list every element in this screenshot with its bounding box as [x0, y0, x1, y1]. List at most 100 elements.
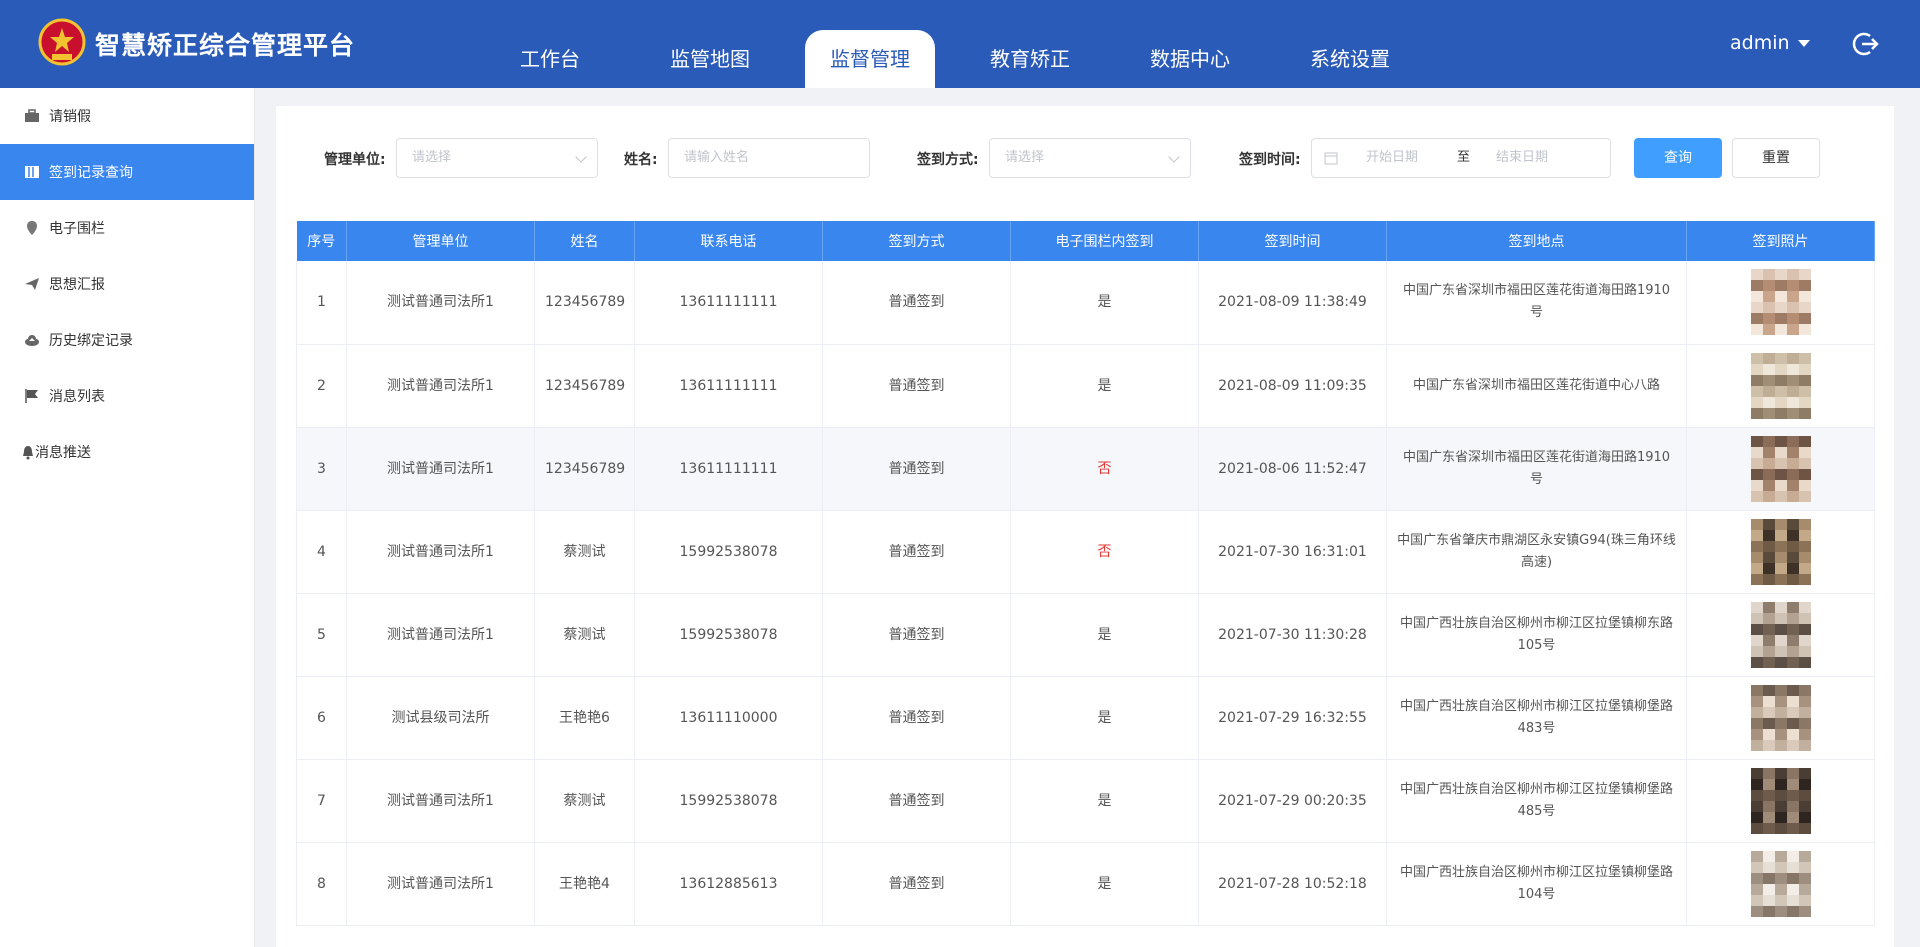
photo-pixel	[1750, 435, 1763, 447]
photo-pixel	[1774, 313, 1787, 325]
location-pin-icon	[27, 221, 37, 235]
table-row[interactable]: 2 测试普通司法所1 123456789 13611111111 普通签到是 2021-0…	[296, 344, 1875, 428]
photo-pixel	[1762, 291, 1775, 303]
cell-unit: 测试普通司法所1	[346, 842, 535, 926]
table-row[interactable]: 3 测试普通司法所1 123456789 13611111111 普通签到否 2021-0…	[296, 427, 1875, 511]
reset-button[interactable]: 重置	[1732, 138, 1820, 178]
nav-workbench[interactable]: 工作台	[470, 30, 630, 88]
checkin-photo[interactable]	[1750, 518, 1811, 585]
cell-unit: 测试普通司法所1	[346, 593, 535, 677]
range-separator: 至	[1457, 150, 1471, 165]
photo-pixel	[1762, 302, 1775, 314]
user-menu[interactable]: admin	[1730, 32, 1810, 54]
photo-pixel	[1798, 324, 1811, 336]
photo-pixel	[1774, 706, 1787, 718]
photo-pixel	[1774, 634, 1787, 646]
nav-data-center[interactable]: 数据中心	[1110, 30, 1270, 88]
checkin-photo[interactable]	[1750, 767, 1811, 834]
start-date-input[interactable]: 开始日期	[1366, 139, 1418, 177]
photo-pixel	[1774, 280, 1787, 292]
photo-pixel	[1798, 468, 1811, 480]
emblem-logo-icon	[38, 18, 86, 66]
table-row[interactable]: 6 测试县级司法所 王艳艳6 13611110000 普通签到是 2021-07-29 1…	[296, 676, 1875, 760]
username: admin	[1730, 32, 1790, 54]
method-select[interactable]: 请选择	[989, 138, 1191, 178]
photo-pixel	[1774, 468, 1787, 480]
photo-pixel	[1786, 728, 1799, 740]
photo-pixel	[1750, 313, 1763, 325]
photo-pixel	[1798, 695, 1811, 707]
table-row[interactable]: 4 测试普通司法所1 蔡测试 15992538078 普通签到否 2021-07-30 1…	[296, 510, 1875, 594]
cell-no: 3	[296, 427, 347, 511]
photo-pixel	[1750, 562, 1763, 574]
time-label: 签到时间:	[1239, 152, 1301, 168]
nav-system-settings[interactable]: 系统设置	[1270, 30, 1430, 88]
nav-education[interactable]: 教育矫正	[950, 30, 1110, 88]
photo-pixel	[1798, 479, 1811, 491]
sidebar-item-thought-report[interactable]: 思想汇报	[0, 256, 254, 312]
photo-pixel	[1786, 302, 1799, 314]
photo-pixel	[1750, 645, 1763, 657]
unit-select[interactable]: 请选择	[396, 138, 598, 178]
table-row[interactable]: 7 测试普通司法所1 蔡测试 15992538078 普通签到是 2021-07-29 0…	[296, 759, 1875, 843]
photo-pixel	[1786, 551, 1799, 563]
sidebar-item-message-list[interactable]: 消息列表	[0, 368, 254, 424]
end-date-input[interactable]: 结束日期	[1496, 139, 1548, 177]
cell-time: 2021-07-30 11:30:28	[1198, 593, 1387, 677]
table-row[interactable]: 8 测试普通司法所1 王艳艳4 13612885613 普通签到是 2021-07-28 …	[296, 842, 1875, 926]
search-button[interactable]: 查询	[1634, 138, 1722, 178]
cell-no: 2	[296, 344, 347, 428]
photo-pixel	[1774, 623, 1787, 635]
cell-photo	[1686, 676, 1875, 760]
photo-pixel	[1798, 302, 1811, 314]
checkin-photo[interactable]	[1750, 684, 1811, 751]
photo-pixel	[1750, 324, 1763, 336]
nav-supervision-map[interactable]: 监管地图	[630, 30, 790, 88]
sidebar-item-binding-history[interactable]: 历史绑定记录	[0, 312, 254, 368]
photo-pixel	[1774, 601, 1787, 613]
sidebar-item-label: 消息列表	[49, 389, 105, 405]
photo-pixel	[1798, 706, 1811, 718]
photo-pixel	[1774, 739, 1787, 751]
column-header: 管理单位	[346, 221, 535, 261]
sidebar-item-checkin-records[interactable]: 签到记录查询	[0, 144, 254, 200]
photo-pixel	[1786, 490, 1799, 502]
photo-pixel	[1762, 739, 1775, 751]
sidebar-item-e-fence[interactable]: 电子围栏	[0, 200, 254, 256]
cell-place: 中国广西壮族自治区柳州市柳江区拉堡镇柳东路105号	[1386, 593, 1687, 677]
photo-pixel	[1750, 280, 1763, 292]
photo-pixel	[1774, 612, 1787, 624]
photo-pixel	[1774, 822, 1787, 834]
table-row[interactable]: 5 测试普通司法所1 蔡测试 15992538078 普通签到是 2021-07-30 1…	[296, 593, 1875, 677]
photo-pixel	[1786, 385, 1799, 397]
cell-time: 2021-08-09 11:09:35	[1198, 344, 1387, 428]
checkin-photo[interactable]	[1750, 601, 1811, 668]
photo-pixel	[1762, 778, 1775, 790]
date-range-picker[interactable]: 开始日期 至 结束日期	[1311, 138, 1611, 178]
sidebar-item-message-push[interactable]: 消息推送	[0, 424, 254, 480]
photo-pixel	[1786, 269, 1799, 281]
nav-supervision-management[interactable]: 监督管理	[805, 30, 935, 88]
photo-pixel	[1750, 302, 1763, 314]
table-row[interactable]: 1 测试普通司法所1 123456789 13611111111 普通签到是 2021-0…	[296, 261, 1875, 345]
logout-icon[interactable]	[1852, 30, 1880, 58]
cell-method: 普通签到	[822, 427, 1011, 511]
photo-pixel	[1798, 894, 1811, 906]
checkin-photo[interactable]	[1750, 352, 1811, 419]
checkin-photo[interactable]	[1750, 435, 1811, 502]
checkin-photo[interactable]	[1750, 850, 1811, 917]
photo-pixel	[1774, 811, 1787, 823]
photo-pixel	[1786, 789, 1799, 801]
cell-in-fence: 否	[1010, 510, 1199, 594]
cell-no: 1	[296, 261, 347, 345]
photo-pixel	[1750, 374, 1763, 386]
name-input[interactable]: 请输入姓名	[668, 138, 870, 178]
sidebar-item-leave[interactable]: 请销假	[0, 88, 254, 144]
photo-pixel	[1762, 684, 1775, 696]
column-header: 联系电话	[634, 221, 823, 261]
photo-pixel	[1762, 435, 1775, 447]
photo-pixel	[1798, 623, 1811, 635]
photo-pixel	[1750, 872, 1763, 884]
checkin-photo[interactable]	[1750, 269, 1811, 336]
photo-pixel	[1750, 352, 1763, 364]
